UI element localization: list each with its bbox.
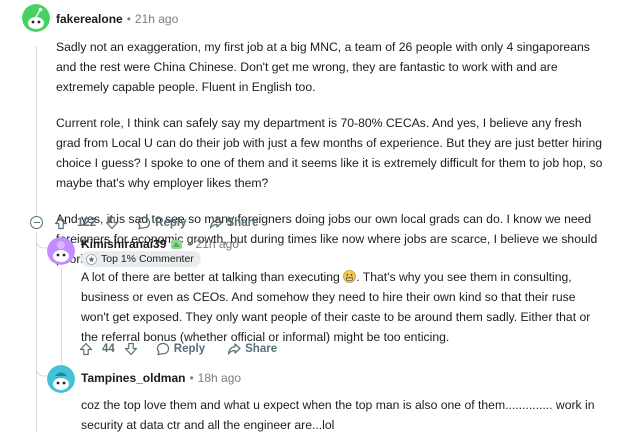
comment-meta: Kimishiranai39 • 21h ago <box>81 236 239 252</box>
arrow-down-icon[interactable] <box>124 342 138 356</box>
comment-text: A lot of there are better at talking tha… <box>81 270 340 284</box>
comment-body: A lot of there are better at talking tha… <box>81 267 603 347</box>
flair-text: Top 1% Commenter <box>101 253 194 265</box>
speech-bubble-icon <box>156 342 169 356</box>
author-name[interactable]: fakerealone <box>56 11 123 27</box>
vote-group: 44 <box>79 342 138 356</box>
share-button[interactable]: Share <box>227 342 277 356</box>
comment-actions: 44 Reply Share <box>79 339 277 359</box>
thread-line-reply[interactable] <box>61 268 62 364</box>
collapse-button[interactable] <box>30 216 43 229</box>
comment-meta: Tampines_oldman • 18h ago <box>81 370 241 386</box>
comment-paragraph: Sadly not an exaggeration, my first job … <box>56 40 590 94</box>
avatar[interactable] <box>22 4 50 32</box>
share-label: Share <box>245 343 278 355</box>
minus-circle-icon <box>33 221 40 224</box>
comment-paragraph: coz the top love them and what u expect … <box>81 398 595 432</box>
comment-actions: 122 Reply Share <box>54 213 258 233</box>
comment-body: coz the top love them and what u expect … <box>81 395 609 432</box>
meta-separator: • <box>126 12 131 26</box>
speech-bubble-icon <box>138 216 151 230</box>
comment-body: Sadly not an exaggeration, my first job … <box>56 37 608 269</box>
vote-group: 122 <box>54 216 119 230</box>
timestamp[interactable]: 21h ago <box>196 236 239 252</box>
timestamp[interactable]: 18h ago <box>198 370 241 386</box>
reply-label: Reply <box>173 343 206 355</box>
meta-separator: • <box>189 371 194 385</box>
arrow-down-icon[interactable] <box>105 216 119 230</box>
thread-line-branch[interactable] <box>36 232 37 432</box>
user-flair: Top 1% Commenter <box>81 251 201 267</box>
share-arrow-icon <box>209 217 223 229</box>
comment-thread: fakerealone • 21h ago Sadly not an exagg… <box>0 0 619 432</box>
arrow-up-icon[interactable] <box>54 216 68 230</box>
avatar[interactable] <box>47 237 75 265</box>
vote-count: 44 <box>102 343 115 355</box>
share-arrow-icon <box>228 343 241 355</box>
grimace-emoji-icon <box>343 270 357 283</box>
comment-paragraph: A lot of there are better at talking tha… <box>81 267 603 347</box>
timestamp[interactable]: 21h ago <box>135 11 178 27</box>
author-name[interactable]: Tampines_oldman <box>81 370 185 386</box>
thread-line-root[interactable] <box>36 46 37 216</box>
arrow-up-icon[interactable] <box>79 342 93 356</box>
comment-paragraph: Current role, I think can safely say my … <box>56 116 603 190</box>
meta-separator: • <box>187 237 192 251</box>
vote-count: 122 <box>77 217 97 229</box>
comment-meta: fakerealone • 21h ago <box>56 11 178 27</box>
reply-label: Reply <box>155 217 187 229</box>
trophy-badge-icon <box>86 253 97 265</box>
reply-button[interactable]: Reply <box>137 216 187 230</box>
green-badge-icon <box>171 239 183 249</box>
avatar[interactable] <box>47 365 75 393</box>
share-label: Share <box>226 217 259 229</box>
reply-button[interactable]: Reply <box>156 342 205 356</box>
share-button[interactable]: Share <box>209 216 259 230</box>
author-name[interactable]: Kimishiranai39 <box>81 236 166 252</box>
